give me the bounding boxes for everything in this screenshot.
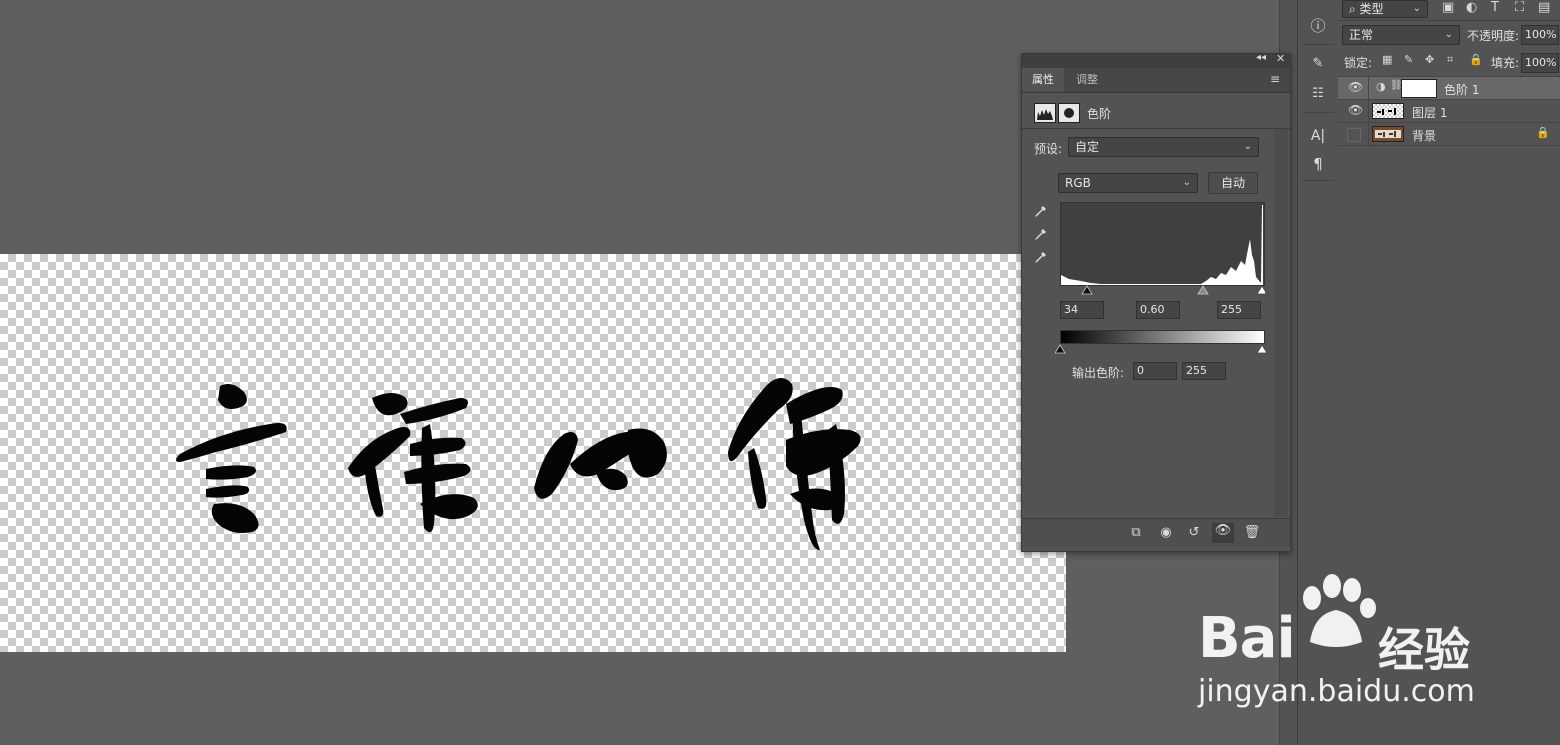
clip-to-layer-icon[interactable]: ⧉ xyxy=(1126,525,1146,540)
layer-row-levels[interactable]: 👁 ◑ ⛓ 色阶 1 xyxy=(1338,77,1560,100)
fill-field[interactable]: 100% xyxy=(1521,53,1559,73)
panel-scrollbar[interactable] xyxy=(1274,129,1288,517)
adjustment-title: 色阶 xyxy=(1087,107,1112,121)
output-white-field[interactable]: 255 xyxy=(1182,362,1226,380)
layer-name[interactable]: 色阶 1 xyxy=(1444,81,1479,98)
filter-smart-object-icon[interactable]: ▤ xyxy=(1538,0,1550,15)
brush-settings-icon[interactable]: ✎ xyxy=(1304,52,1332,76)
black-point-eyedropper-icon[interactable] xyxy=(1032,205,1048,225)
layer-visibility-eye-icon[interactable]: 👁 xyxy=(1348,103,1363,117)
adjustment-layer-icon: ◑ xyxy=(1376,80,1386,93)
layer-thumbnail xyxy=(1372,103,1404,119)
layer-row-layer1[interactable]: 👁 图层 1 xyxy=(1338,100,1560,123)
tab-properties[interactable]: 属性 xyxy=(1022,68,1064,92)
filter-type-icon[interactable]: T xyxy=(1491,0,1499,15)
preset-label: 预设: xyxy=(1034,142,1063,156)
watermark-brand-left: Bai xyxy=(1198,606,1296,671)
output-levels-slider[interactable] xyxy=(1054,343,1268,355)
lock-image-pixels-icon[interactable]: ✎ xyxy=(1404,53,1413,66)
fill-label: 填充: xyxy=(1491,56,1520,70)
link-chain-icon[interactable]: ⛓ xyxy=(1390,80,1403,91)
layer-thumbnail xyxy=(1372,126,1404,142)
properties-tabbar: 属性 调整 ≡ xyxy=(1022,68,1290,93)
calligraphy-artwork xyxy=(176,378,861,551)
trash-icon[interactable]: 🗑 xyxy=(1242,525,1262,540)
canvas-document[interactable] xyxy=(0,254,1066,652)
levels-histogram xyxy=(1060,202,1265,286)
levels-histogram-icon xyxy=(1034,103,1056,123)
gray-point-eyedropper-icon[interactable] xyxy=(1032,228,1048,248)
divider xyxy=(1022,128,1290,129)
filter-pixel-icon[interactable]: ▣ xyxy=(1442,0,1454,15)
preset-value: 自定 xyxy=(1075,140,1100,154)
adjustments-sliders-icon[interactable]: ☷ xyxy=(1304,82,1332,106)
visibility-eye-icon[interactable]: 👁 xyxy=(1212,523,1234,543)
search-icon: ⌕ xyxy=(1349,2,1360,16)
lock-transparent-pixels-icon[interactable]: ▦ xyxy=(1382,53,1392,66)
filter-shape-icon[interactable]: ⛶ xyxy=(1515,0,1524,15)
layer-filter-select[interactable]: ⌕ 类型 ⌄ xyxy=(1342,0,1428,18)
layer-name[interactable]: 背景 xyxy=(1412,127,1436,144)
opacity-field[interactable]: 100% xyxy=(1521,25,1559,45)
auto-button[interactable]: 自动 xyxy=(1208,172,1258,194)
preset-select[interactable]: 自定 ⌄ xyxy=(1068,137,1259,157)
panel-menu-icon[interactable]: ≡ xyxy=(1270,72,1280,86)
divider xyxy=(1368,123,1369,145)
white-point-eyedropper-icon[interactable] xyxy=(1032,251,1048,271)
layer-row-background[interactable]: 背景 🔒 xyxy=(1338,123,1560,146)
blend-mode-value: 正常 xyxy=(1349,28,1374,42)
blend-mode-select[interactable]: 正常 ⌄ xyxy=(1342,25,1460,45)
baidu-jingyan-watermark: Bai 经验 jingyan.baidu.com xyxy=(1190,570,1530,720)
lock-artboard-icon[interactable]: ⌗ xyxy=(1447,53,1453,67)
divider xyxy=(1338,20,1560,21)
divider xyxy=(1302,112,1334,113)
reset-icon[interactable]: ↺ xyxy=(1184,525,1204,540)
mask-icon[interactable] xyxy=(1058,103,1080,123)
divider xyxy=(1368,77,1369,99)
layer-visibility-eye-icon[interactable]: 👁 xyxy=(1348,80,1363,94)
lock-all-icon[interactable]: 🔒 xyxy=(1469,53,1483,66)
collapse-icon[interactable]: ◂◂ xyxy=(1256,52,1266,63)
info-icon[interactable]: ⓘ xyxy=(1304,14,1332,38)
divider xyxy=(1302,44,1334,45)
channel-select[interactable]: RGB ⌄ xyxy=(1058,173,1198,193)
watermark-url: jingyan.baidu.com xyxy=(1198,674,1475,709)
input-levels-slider[interactable] xyxy=(1060,284,1268,296)
view-previous-state-icon[interactable]: ◉ xyxy=(1156,525,1176,540)
channel-value: RGB xyxy=(1065,176,1091,190)
opacity-label: 不透明度: xyxy=(1467,29,1520,43)
layer-name[interactable]: 图层 1 xyxy=(1412,104,1447,121)
input-black-field[interactable]: 34 xyxy=(1060,301,1104,319)
paragraph-icon[interactable]: ¶ xyxy=(1304,152,1332,176)
properties-panel: ◂◂ ✕ 属性 调整 ≡ 色阶 预设: 自定 ⌄ RGB ⌄ 自动 34 0.6… xyxy=(1021,52,1291,552)
panel-titlebar[interactable]: ◂◂ ✕ xyxy=(1022,52,1290,68)
divider xyxy=(1302,180,1334,181)
output-black-field[interactable]: 0 xyxy=(1133,362,1177,380)
tab-adjustments[interactable]: 调整 xyxy=(1066,68,1108,92)
chevron-down-icon: ⌄ xyxy=(1412,3,1421,14)
character-icon[interactable]: A| xyxy=(1304,124,1332,148)
baidu-paw-icon xyxy=(1303,574,1376,647)
divider xyxy=(1368,100,1369,122)
lock-icon: 🔒 xyxy=(1536,126,1550,139)
watermark-brand-right: 经验 xyxy=(1378,623,1470,677)
input-gamma-field[interactable]: 0.60 xyxy=(1136,301,1180,319)
properties-bottom-bar: ⧉ ◉ ↺ 👁 🗑 xyxy=(1022,519,1290,547)
chevron-down-icon: ⌄ xyxy=(1182,177,1191,188)
chevron-down-icon: ⌄ xyxy=(1444,29,1453,40)
filter-adjustment-icon[interactable]: ◐ xyxy=(1466,0,1477,15)
chevron-down-icon: ⌄ xyxy=(1243,141,1252,152)
filter-kind-value: 类型 xyxy=(1359,2,1384,16)
layer-visibility-toggle[interactable] xyxy=(1347,128,1361,142)
output-levels-label: 输出色阶: xyxy=(1072,366,1125,380)
lock-position-icon[interactable]: ✥ xyxy=(1425,53,1434,66)
output-gradient xyxy=(1060,330,1265,344)
close-icon[interactable]: ✕ xyxy=(1276,52,1285,65)
input-white-field[interactable]: 255 xyxy=(1217,301,1261,319)
lock-label: 锁定: xyxy=(1344,56,1373,70)
layer-mask-thumbnail[interactable] xyxy=(1402,80,1436,97)
